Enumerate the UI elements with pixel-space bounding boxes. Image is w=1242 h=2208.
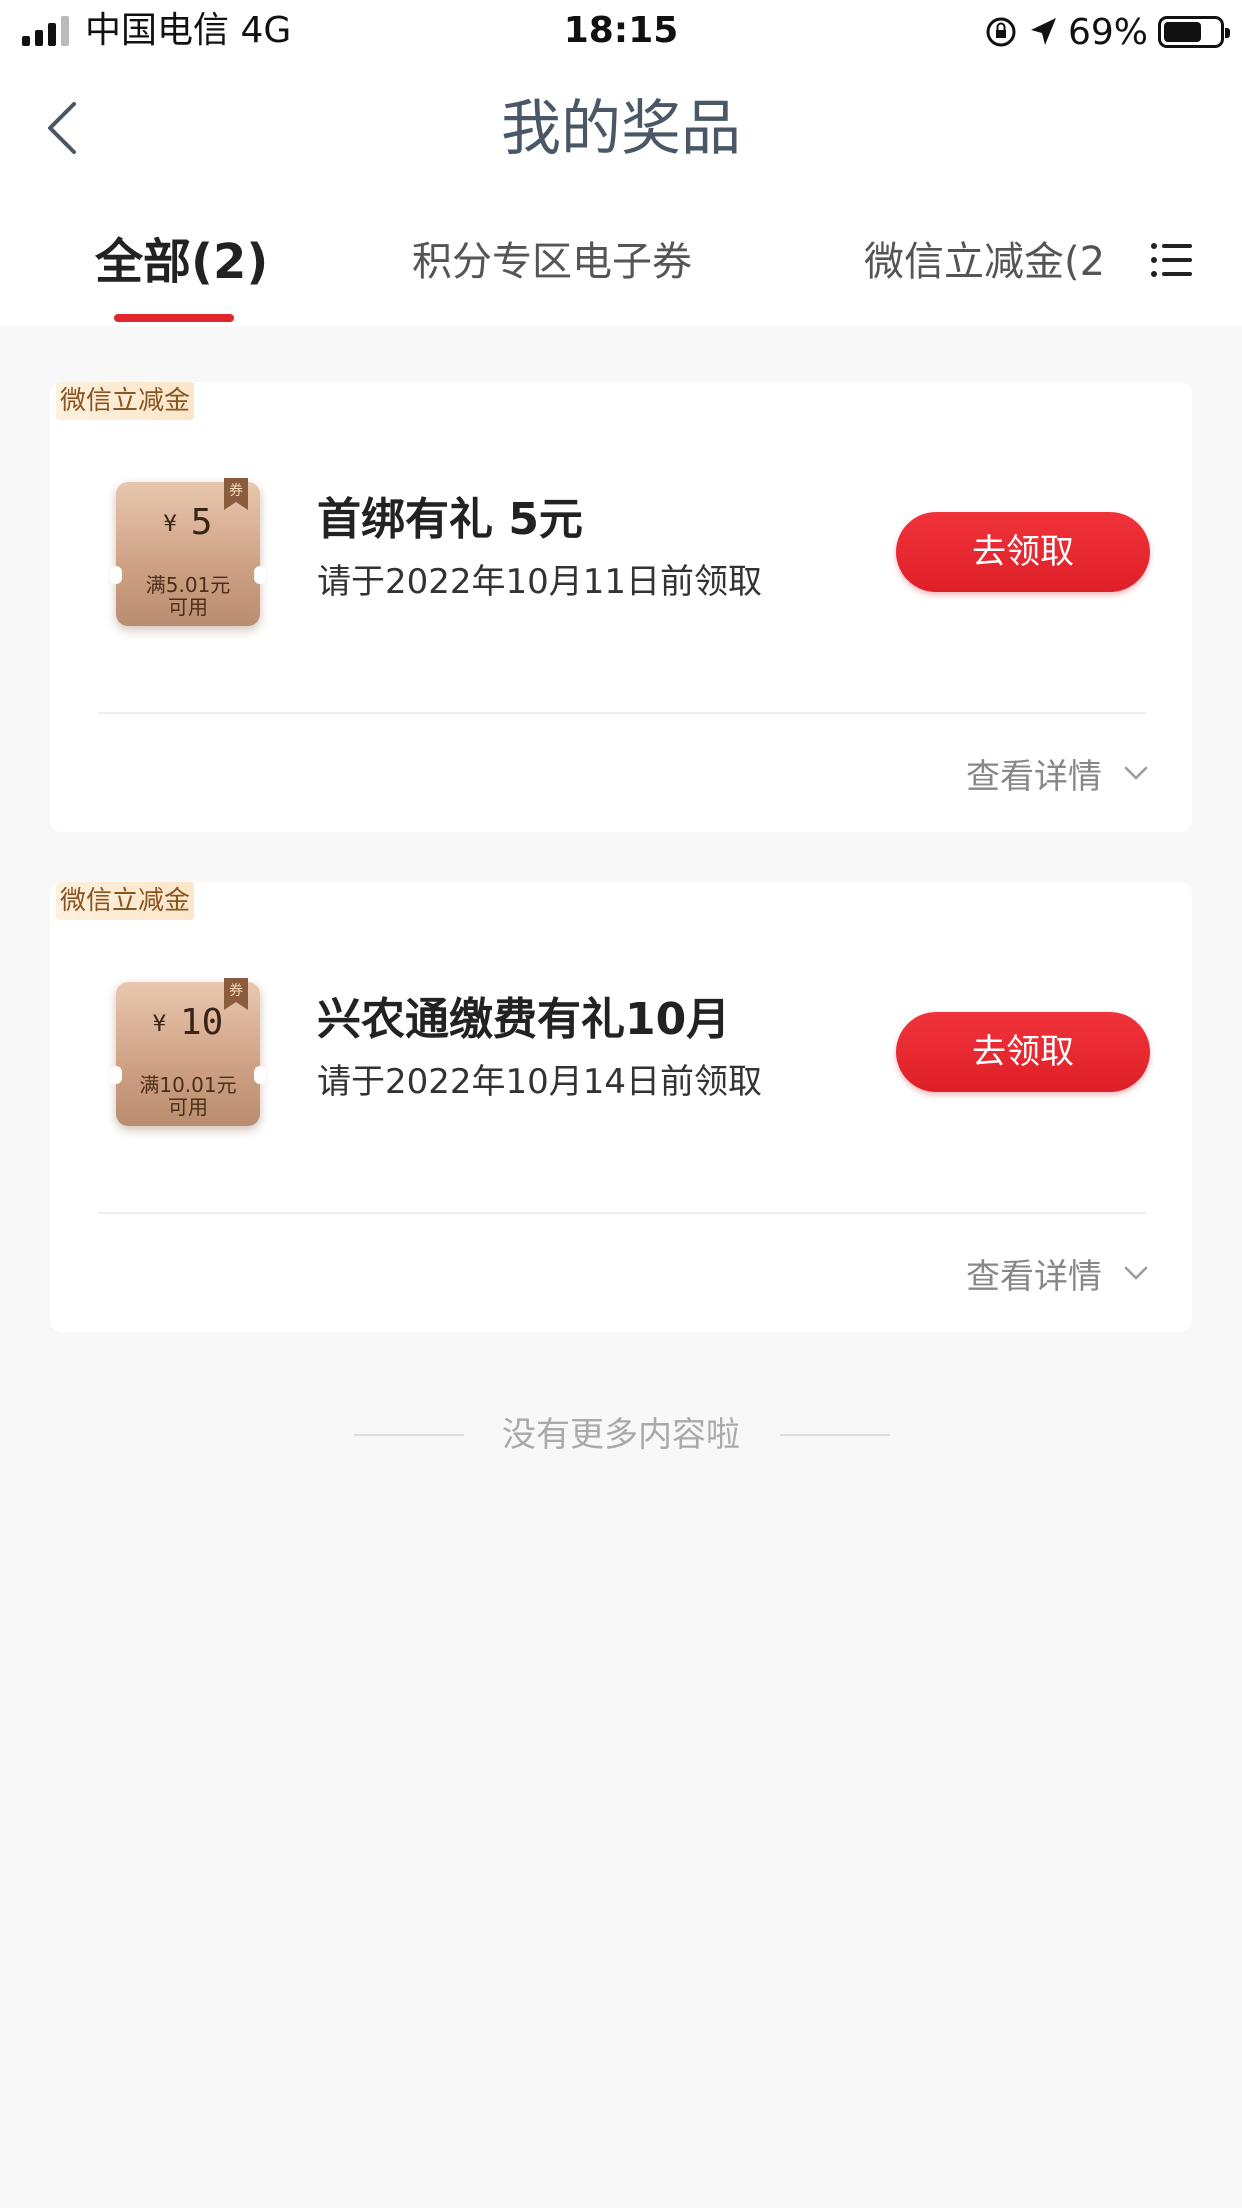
location-icon (1030, 18, 1056, 45)
currency-symbol: ¥ (152, 1011, 166, 1037)
tab-bar: 全部(2) 积分专区电子券 微信立减金(2) (0, 202, 1242, 326)
prize-type-tag: 微信立减金 (56, 882, 195, 920)
currency-symbol: ¥ (163, 511, 177, 537)
chevron-down-icon (1124, 1266, 1148, 1280)
coupon-condition-line2: 可用 (168, 1095, 208, 1119)
coupon-thumbnail: 券 ¥10 满10.01元 可用 (110, 978, 266, 1126)
prize-name: 兴农通缴费有礼10月 (317, 994, 731, 1045)
battery-percent: 69% (1067, 11, 1148, 53)
rotation-lock-icon (986, 17, 1016, 47)
category-menu-button[interactable] (1150, 238, 1194, 282)
tab-all[interactable]: 全部(2) (95, 222, 268, 302)
coupon-condition-line1: 满10.01元 (139, 1073, 237, 1097)
coupon-amount: ¥10 (116, 1002, 260, 1043)
prize-deadline: 请于2022年10月11日前领取 (317, 562, 763, 602)
coupon-value: 5 (190, 502, 213, 543)
details-label: 查看详情 (966, 1256, 1102, 1297)
claim-button[interactable]: 去领取 (896, 512, 1150, 592)
prize-deadline: 请于2022年10月14日前领取 (317, 1062, 763, 1102)
coupon-condition: 满5.01元 可用 (116, 574, 260, 618)
prize-type-tag: 微信立减金 (56, 382, 195, 420)
nav-bar: 我的奖品 (0, 62, 1242, 202)
coupon-condition: 满10.01元 可用 (116, 1074, 260, 1118)
divider (98, 1212, 1146, 1214)
coupon-thumbnail: 券 ¥5 满5.01元 可用 (110, 478, 266, 626)
chevron-down-icon (1124, 766, 1148, 780)
divider (98, 712, 1146, 714)
coupon-badge: 券 (229, 483, 243, 499)
view-details-button[interactable]: 查看详情 (966, 1248, 1148, 1298)
page-title: 我的奖品 (501, 94, 741, 164)
prize-card: 微信立减金 券 ¥5 满5.01元 可用 首绑有礼 5元 请于2022年10月11… (50, 382, 1192, 832)
status-bar: 中国电信 4G 18:15 69% (0, 0, 1242, 62)
view-details-button[interactable]: 查看详情 (966, 748, 1148, 798)
claim-button[interactable]: 去领取 (896, 1012, 1150, 1092)
coupon-condition-line1: 满5.01元 (145, 573, 231, 597)
tab-wechat-discount[interactable]: 微信立减金(2) (864, 222, 1102, 302)
active-tab-indicator (114, 314, 234, 322)
battery-icon (1158, 16, 1230, 48)
claim-label: 去领取 (972, 1032, 1074, 1072)
prize-name: 首绑有礼 5元 (317, 494, 583, 545)
tab-points-coupons[interactable]: 积分专区电子券 (412, 222, 692, 302)
coupon-badge: 券 (229, 983, 243, 999)
coupon-value: 10 (179, 1002, 224, 1043)
prize-card: 微信立减金 券 ¥10 满10.01元 可用 兴农通缴费有礼10月 请于2022年… (50, 882, 1192, 1332)
end-of-list: 没有更多内容啦 (0, 1410, 1242, 1460)
list-menu-icon (1151, 243, 1192, 277)
no-more-content-text: 没有更多内容啦 (502, 1415, 740, 1455)
end-rule-right (780, 1434, 890, 1436)
claim-label: 去领取 (972, 532, 1074, 572)
details-label: 查看详情 (966, 756, 1102, 797)
coupon-condition-line2: 可用 (168, 595, 208, 619)
coupon-amount: ¥5 (116, 502, 260, 543)
status-right-group: 69% (984, 8, 1230, 56)
